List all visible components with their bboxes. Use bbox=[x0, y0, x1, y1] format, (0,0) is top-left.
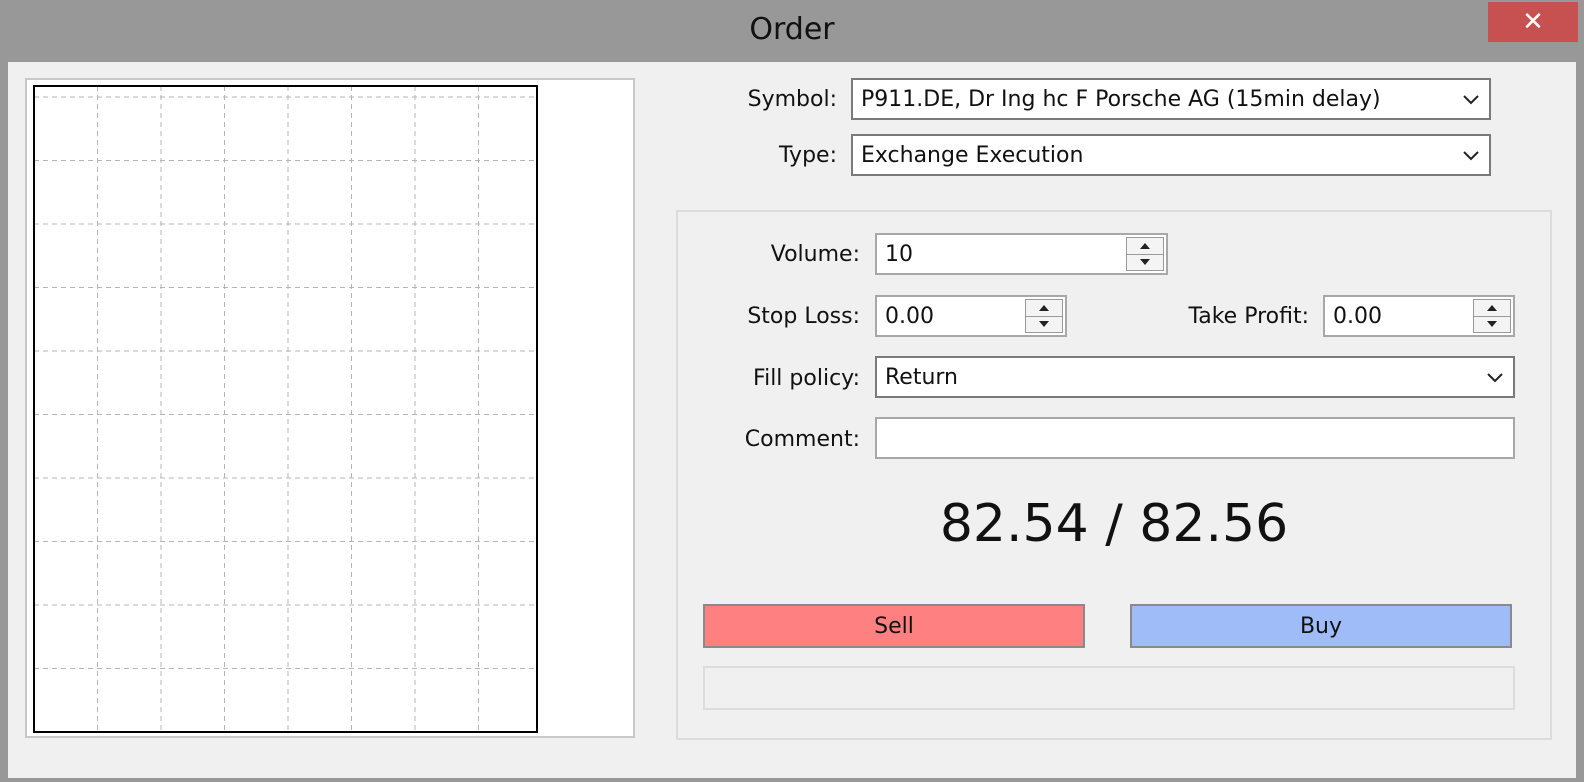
take-profit-input[interactable]: 0.00 bbox=[1323, 295, 1515, 337]
status-bar bbox=[703, 666, 1515, 710]
bid-ask-price: 82.54 / 82.56 bbox=[939, 494, 1289, 554]
order-dialog-body: Symbol: P911.DE, Dr Ing hc F Porsche AG … bbox=[8, 62, 1576, 778]
type-select[interactable]: Exchange Execution bbox=[851, 134, 1491, 176]
chevron-down-icon bbox=[1463, 95, 1479, 105]
order-parameters-group bbox=[676, 210, 1552, 740]
spin-down-icon[interactable] bbox=[1127, 255, 1163, 271]
spin-up-icon[interactable] bbox=[1127, 238, 1163, 255]
fill-policy-select[interactable]: Return bbox=[875, 356, 1515, 398]
spin-up-icon[interactable] bbox=[1026, 300, 1062, 317]
stop-loss-value: 0.00 bbox=[885, 303, 934, 329]
volume-label: Volume: bbox=[770, 242, 860, 267]
volume-value: 10 bbox=[885, 241, 913, 267]
fill-policy-value: Return bbox=[885, 364, 959, 390]
stop-loss-spinner[interactable] bbox=[1025, 299, 1063, 333]
take-profit-value: 0.00 bbox=[1333, 303, 1382, 329]
type-value: Exchange Execution bbox=[861, 142, 1084, 168]
title-bar: Order ✕ bbox=[0, 0, 1584, 62]
chevron-down-icon bbox=[1463, 151, 1479, 161]
volume-spinner[interactable] bbox=[1126, 237, 1164, 271]
symbol-label: Symbol: bbox=[747, 87, 837, 112]
volume-input[interactable]: 10 bbox=[875, 233, 1168, 275]
close-button[interactable]: ✕ bbox=[1488, 2, 1578, 42]
chart-panel bbox=[25, 78, 635, 738]
empty-chart-grid bbox=[33, 85, 538, 733]
symbol-select[interactable]: P911.DE, Dr Ing hc F Porsche AG (15min d… bbox=[851, 78, 1491, 120]
take-profit-spinner[interactable] bbox=[1473, 299, 1511, 333]
buy-button[interactable]: Buy bbox=[1130, 604, 1512, 648]
stop-loss-label: Stop Loss: bbox=[747, 304, 860, 329]
close-icon[interactable]: ✕ bbox=[1522, 7, 1544, 37]
chart-frame bbox=[33, 85, 538, 733]
comment-label: Comment: bbox=[744, 427, 860, 452]
spin-down-icon[interactable] bbox=[1474, 317, 1510, 333]
spin-down-icon[interactable] bbox=[1026, 317, 1062, 333]
stop-loss-input[interactable]: 0.00 bbox=[875, 295, 1067, 337]
type-label: Type: bbox=[779, 143, 837, 168]
take-profit-label: Take Profit: bbox=[1188, 304, 1309, 329]
chevron-down-icon bbox=[1487, 373, 1503, 383]
window-title: Order bbox=[749, 12, 835, 47]
comment-input[interactable] bbox=[875, 417, 1515, 459]
spin-up-icon[interactable] bbox=[1474, 300, 1510, 317]
fill-policy-label: Fill policy: bbox=[753, 366, 860, 391]
sell-button[interactable]: Sell bbox=[703, 604, 1085, 648]
symbol-value: P911.DE, Dr Ing hc F Porsche AG (15min d… bbox=[861, 86, 1381, 112]
